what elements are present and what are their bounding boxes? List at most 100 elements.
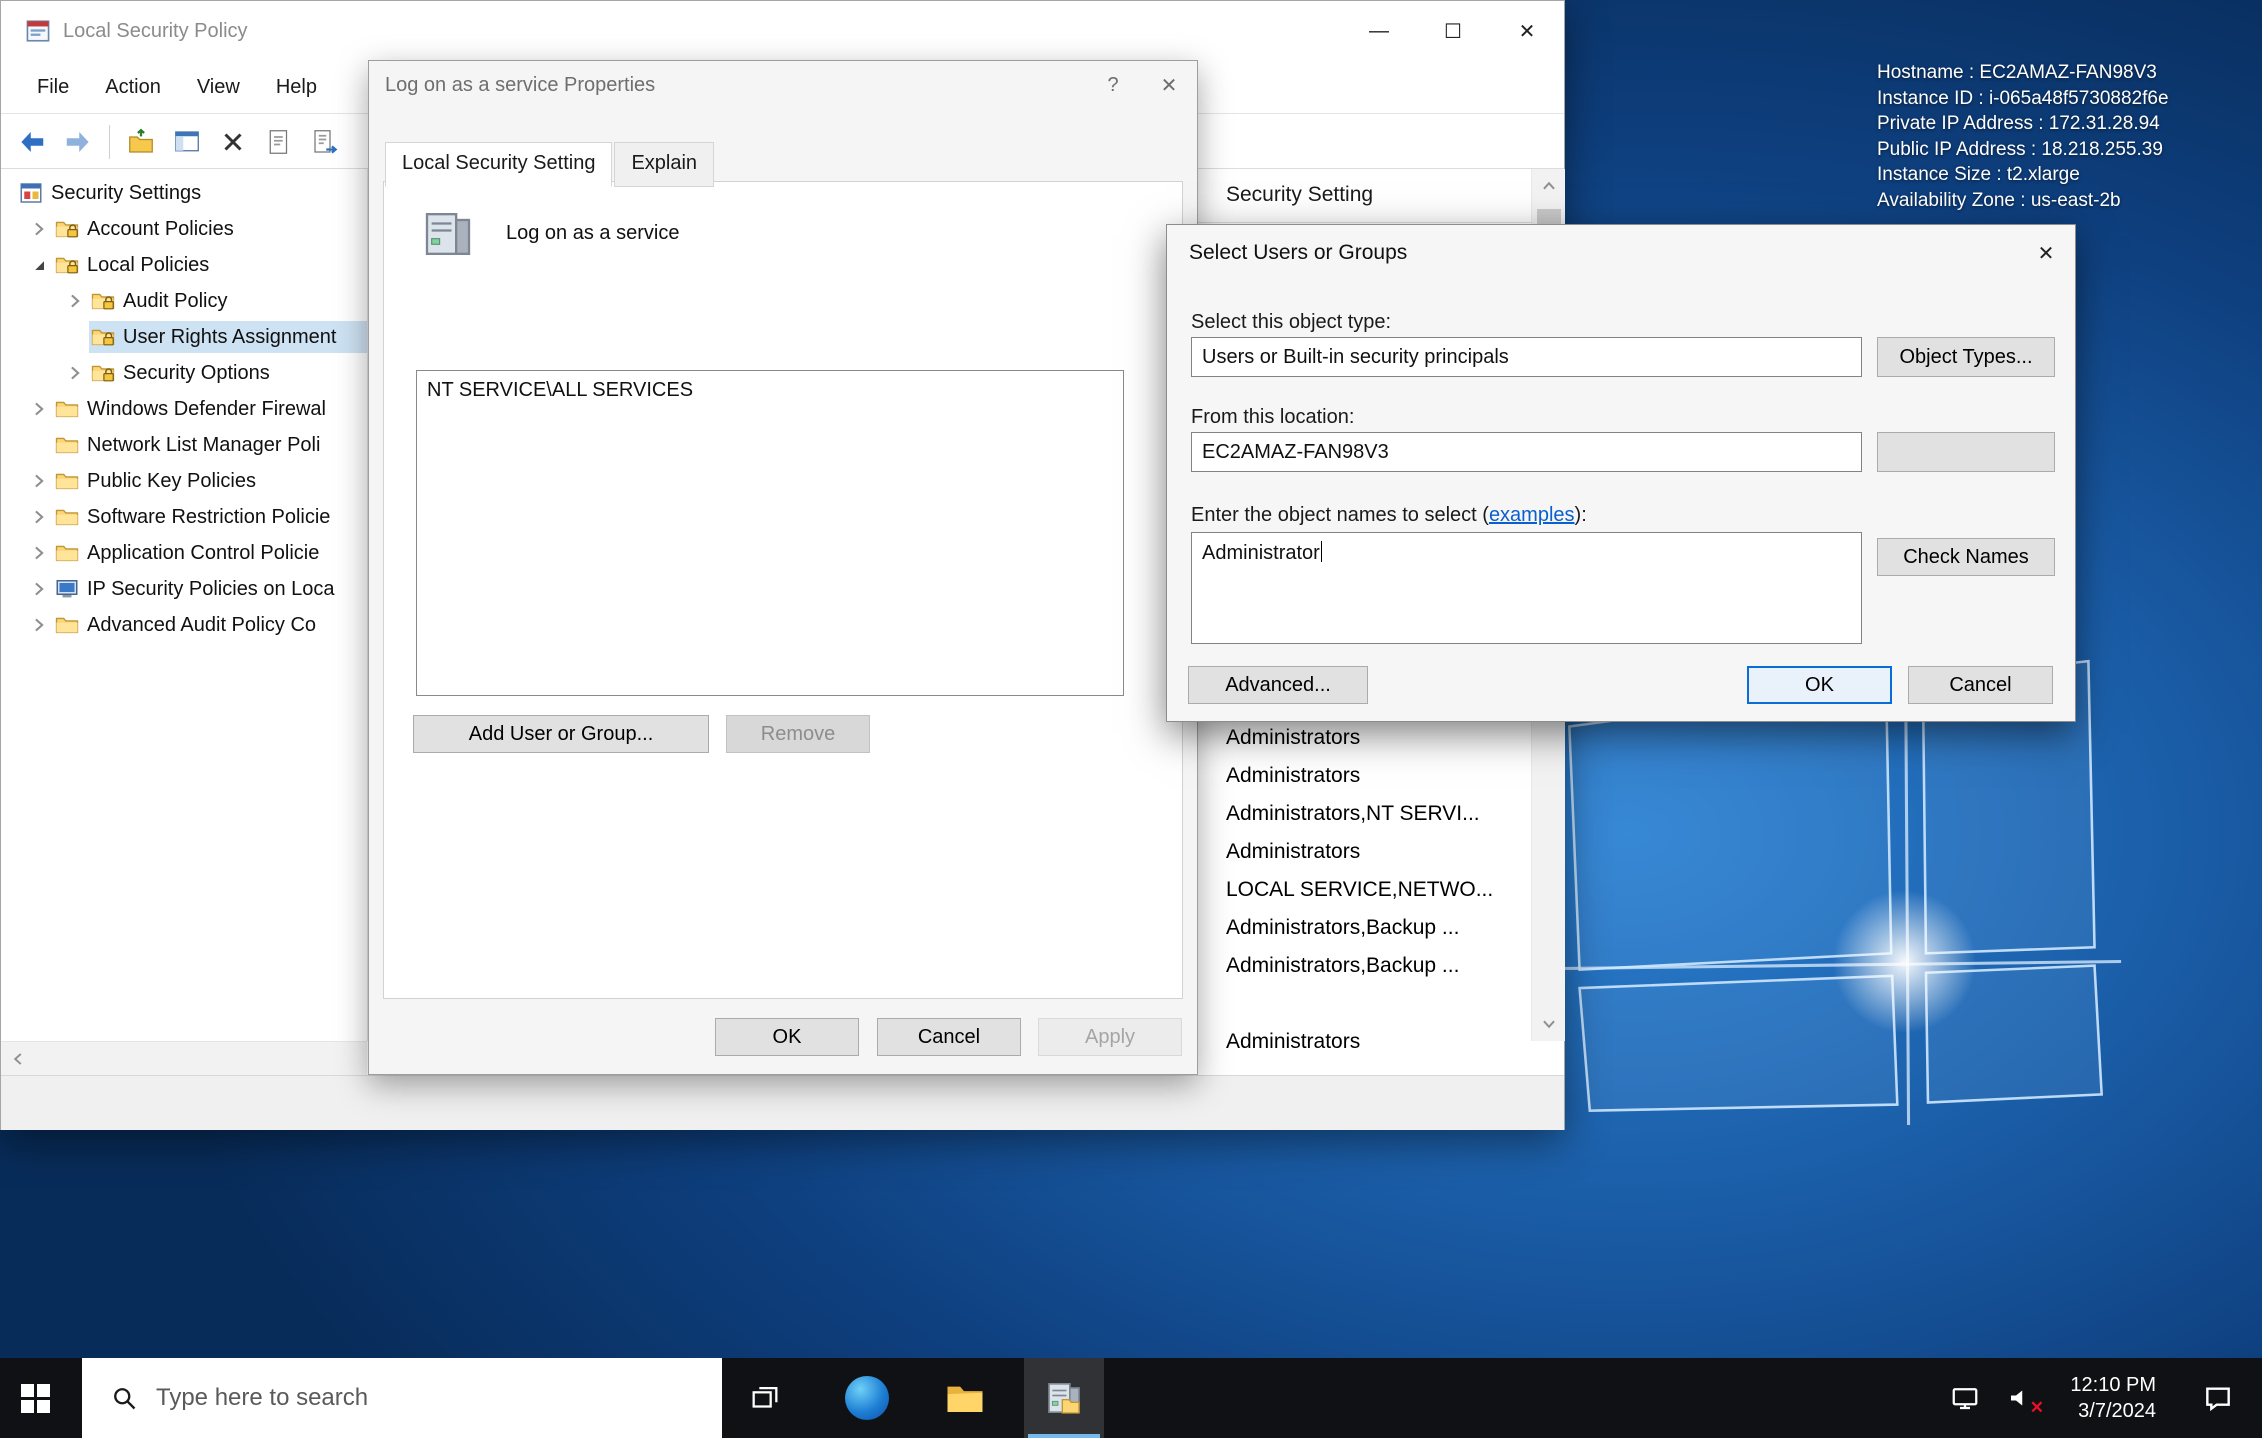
dialog-title-bar[interactable]: Log on as a service Properties ? ✕ (369, 61, 1197, 109)
close-button[interactable]: ✕ (1490, 1, 1564, 61)
edge-button[interactable] (828, 1358, 906, 1438)
policy-name: Log on as a service (506, 222, 679, 245)
dialog-title-bar[interactable]: Select Users or Groups ✕ (1167, 225, 2075, 281)
tab-local-security-setting[interactable]: Local Security Setting (385, 142, 612, 187)
tree-label: Application Control Policie (87, 542, 319, 565)
menu-action[interactable]: Action (87, 76, 179, 99)
menu-help[interactable]: Help (258, 76, 335, 99)
network-tray-button[interactable] (1938, 1358, 1992, 1438)
info-public-ip: Public IP Address : 18.218.255.39 (1877, 137, 2169, 163)
volume-tray-button[interactable]: ✕ (1992, 1358, 2050, 1438)
add-user-or-group-button[interactable]: Add User or Group... (413, 715, 709, 753)
search-icon (110, 1384, 138, 1412)
tree-item-account-policies[interactable]: Account Policies (1, 211, 367, 247)
task-view-button[interactable] (726, 1358, 804, 1438)
list-row[interactable]: Administrators,NT SERVI... (1226, 795, 1493, 833)
tree-label: User Rights Assignment (123, 326, 336, 349)
tree-label: Public Key Policies (87, 470, 256, 493)
cancel-button[interactable]: Cancel (1908, 666, 2053, 704)
chevron-down-icon[interactable] (29, 255, 49, 275)
tree-item-software-restriction-policies[interactable]: Software Restriction Policie (1, 499, 367, 535)
object-types-button[interactable]: Object Types... (1877, 337, 2055, 377)
tree-item-public-key-policies[interactable]: Public Key Policies (1, 463, 367, 499)
chevron-right-icon[interactable] (29, 579, 49, 599)
check-names-button[interactable]: Check Names (1877, 538, 2055, 576)
properties-doc-icon[interactable] (264, 127, 294, 157)
start-button[interactable] (0, 1358, 70, 1438)
export-list-icon[interactable] (310, 127, 340, 157)
forward-icon[interactable] (63, 127, 93, 157)
chevron-right-icon[interactable] (29, 543, 49, 563)
list-row[interactable]: Administrators,Backup ... (1226, 947, 1493, 985)
column-security-setting[interactable]: Security Setting (1226, 183, 1373, 207)
local-security-policy-taskbar-button[interactable] (1024, 1358, 1104, 1438)
back-icon[interactable] (17, 127, 47, 157)
cancel-button[interactable]: Cancel (877, 1018, 1021, 1056)
scroll-down-icon[interactable] (1532, 1007, 1566, 1041)
search-input[interactable]: Type here to search (82, 1358, 722, 1438)
menu-view[interactable]: View (179, 76, 258, 99)
location-label: From this location: (1191, 406, 1354, 429)
title-bar[interactable]: Local Security Policy — ☐ ✕ (1, 1, 1564, 61)
desktop: Hostname : EC2AMAZ-FAN98V3 Instance ID :… (0, 0, 2262, 1438)
account-entry[interactable]: NT SERVICE\ALL SERVICES (427, 379, 1113, 402)
tree-label: Security Settings (51, 182, 201, 205)
tab-explain[interactable]: Explain (614, 142, 714, 187)
chevron-right-icon[interactable] (29, 507, 49, 527)
scroll-left-icon[interactable] (1, 1042, 35, 1076)
tree-item-security-settings[interactable]: Security Settings (1, 175, 367, 211)
tree-item-advanced-audit-policy[interactable]: Advanced Audit Policy Co (1, 607, 367, 643)
scroll-up-icon[interactable] (1532, 169, 1566, 203)
show-console-tree-icon[interactable] (172, 127, 202, 157)
tab-strip: Local Security Setting Explain (385, 142, 716, 187)
tree-label: Windows Defender Firewal (87, 398, 326, 421)
close-button[interactable]: ✕ (1141, 61, 1197, 109)
object-names-value: Administrator (1202, 542, 1320, 564)
help-button[interactable]: ? (1085, 61, 1141, 109)
export-icon[interactable] (126, 127, 156, 157)
chevron-right-icon[interactable] (29, 471, 49, 491)
locations-button[interactable] (1877, 432, 2055, 472)
list-row[interactable]: Administrators,Backup ... (1226, 909, 1493, 947)
ok-button[interactable]: OK (715, 1018, 859, 1056)
local-security-policy-icon (1044, 1378, 1084, 1418)
action-center-button[interactable] (2182, 1358, 2254, 1438)
close-button[interactable]: ✕ (2017, 225, 2075, 281)
minimize-button[interactable]: — (1342, 1, 1416, 61)
menu-file[interactable]: File (19, 76, 87, 99)
examples-link[interactable]: examples (1489, 504, 1575, 526)
list-row[interactable]: Administrators (1226, 833, 1493, 871)
ok-button[interactable]: OK (1747, 666, 1892, 704)
list-row[interactable]: Administrators (1226, 757, 1493, 795)
file-explorer-button[interactable] (926, 1358, 1004, 1438)
tree-item-security-options[interactable]: Security Options (1, 355, 367, 391)
chevron-right-icon[interactable] (29, 615, 49, 635)
assigned-accounts-listbox[interactable]: NT SERVICE\ALL SERVICES (416, 370, 1124, 696)
chevron-right-icon[interactable] (29, 219, 49, 239)
tree-item-local-policies[interactable]: Local Policies (1, 247, 367, 283)
tree-item-application-control-policies[interactable]: Application Control Policie (1, 535, 367, 571)
list-row[interactable]: Administrators (1226, 719, 1493, 757)
taskbar-clock[interactable]: 12:10 PM 3/7/2024 (2048, 1358, 2156, 1438)
tree-item-windows-defender-firewall[interactable]: Windows Defender Firewal (1, 391, 367, 427)
tree-item-user-rights-assignment[interactable]: User Rights Assignment (1, 319, 367, 355)
tree-label: Account Policies (87, 218, 234, 241)
chevron-right-icon[interactable] (65, 291, 85, 311)
tree-item-audit-policy[interactable]: Audit Policy (1, 283, 367, 319)
chevron-right-icon[interactable] (29, 399, 49, 419)
tree-horizontal-scrollbar[interactable] (1, 1041, 367, 1075)
list-row[interactable]: Administrators (1226, 1023, 1493, 1061)
folder-icon (55, 433, 79, 457)
toolbar-separator (109, 125, 110, 159)
tree-item-network-list-manager[interactable]: Network List Manager Poli (1, 427, 367, 463)
tree-item-ip-security-policies[interactable]: IP Security Policies on Loca (1, 571, 367, 607)
object-names-input[interactable]: Administrator (1191, 532, 1862, 644)
info-private-ip: Private IP Address : 172.31.28.94 (1877, 111, 2169, 137)
chevron-right-icon[interactable] (65, 363, 85, 383)
object-type-field[interactable]: Users or Built-in security principals (1191, 337, 1862, 377)
advanced-button[interactable]: Advanced... (1188, 666, 1368, 704)
maximize-button[interactable]: ☐ (1416, 1, 1490, 61)
list-row[interactable]: LOCAL SERVICE,NETWO... (1226, 871, 1493, 909)
delete-icon[interactable] (218, 127, 248, 157)
location-field[interactable]: EC2AMAZ-FAN98V3 (1191, 432, 1862, 472)
